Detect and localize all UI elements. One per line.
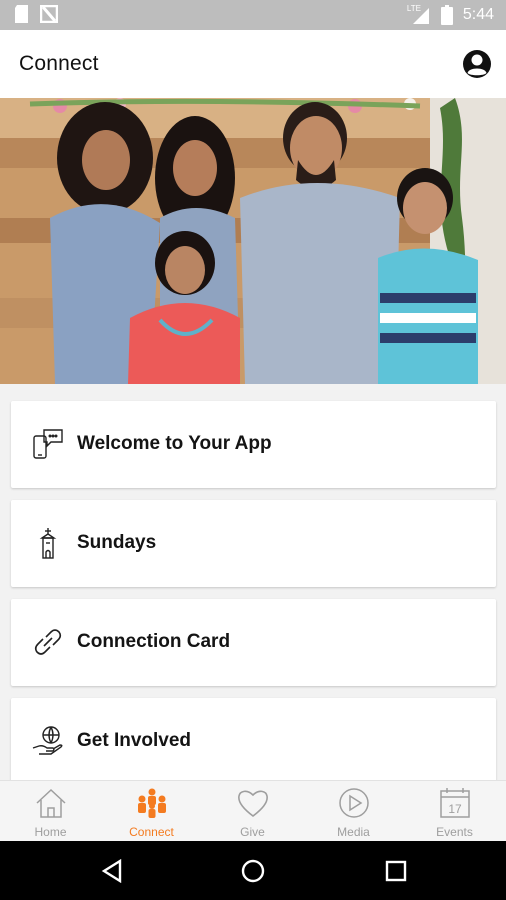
tab-home[interactable]: Home bbox=[0, 781, 101, 842]
profile-icon[interactable] bbox=[462, 49, 492, 79]
card-welcome[interactable]: Welcome to Your App bbox=[11, 401, 496, 488]
calendar-day: 17 bbox=[448, 802, 462, 816]
tab-media[interactable]: Media bbox=[303, 781, 404, 842]
tab-label: Connect bbox=[129, 825, 174, 839]
app-bar: Connect bbox=[0, 30, 506, 98]
home-nav-icon[interactable] bbox=[241, 859, 265, 883]
status-bar: LTE 5:44 bbox=[0, 0, 506, 30]
battery-icon bbox=[440, 5, 453, 25]
tab-events[interactable]: 17 Events bbox=[404, 781, 505, 842]
card-sundays[interactable]: Sundays bbox=[11, 500, 496, 587]
home-icon bbox=[36, 788, 66, 818]
tab-label: Give bbox=[240, 825, 265, 839]
sd-card-icon bbox=[15, 5, 28, 23]
card-get-involved[interactable]: Get Involved bbox=[11, 698, 496, 780]
play-circle-icon bbox=[339, 788, 369, 818]
bottom-tab-bar: Home Connect Give Media 17 Events bbox=[0, 780, 506, 842]
tab-give[interactable]: Give bbox=[202, 781, 303, 842]
clock: 5:44 bbox=[462, 6, 494, 23]
card-label: Get Involved bbox=[77, 730, 192, 751]
tab-label: Media bbox=[337, 825, 370, 839]
people-group-icon bbox=[138, 788, 166, 818]
devices-chat-icon bbox=[33, 429, 63, 459]
system-nav-bar bbox=[0, 841, 506, 900]
card-label: Connection Card bbox=[77, 631, 231, 652]
page-title: Connect bbox=[19, 52, 99, 75]
recents-icon[interactable] bbox=[385, 860, 407, 882]
hand-heart-globe-icon bbox=[32, 726, 63, 755]
tab-label: Home bbox=[34, 825, 67, 839]
calendar-icon: 17 bbox=[440, 788, 470, 818]
church-tower-icon bbox=[39, 528, 57, 559]
menu-list: Welcome to Your App Sundays Connection C… bbox=[0, 384, 506, 780]
tab-connect[interactable]: Connect bbox=[101, 781, 202, 842]
card-label: Welcome to Your App bbox=[77, 433, 272, 454]
link-icon bbox=[34, 629, 62, 655]
signal-icon: LTE bbox=[407, 4, 431, 24]
tab-label: Events bbox=[436, 825, 473, 839]
no-sim-icon bbox=[40, 5, 58, 23]
back-icon[interactable] bbox=[100, 859, 124, 883]
heart-icon bbox=[238, 790, 268, 818]
card-connection[interactable]: Connection Card bbox=[11, 599, 496, 686]
card-label: Sundays bbox=[77, 532, 157, 553]
hero-image bbox=[0, 98, 506, 384]
